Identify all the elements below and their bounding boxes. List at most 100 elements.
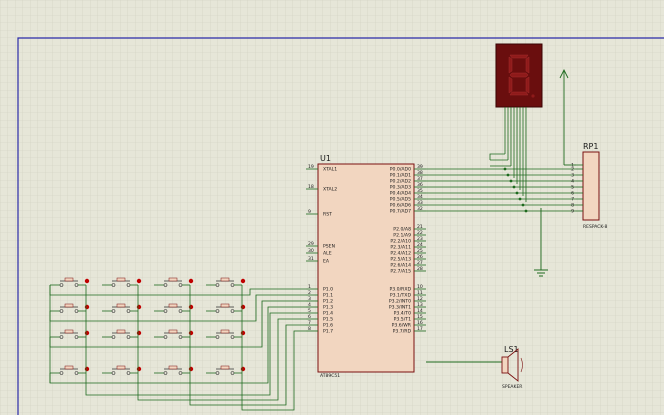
button-state-indicator — [188, 366, 194, 372]
pin-number: 2 — [308, 290, 311, 296]
pin-number: 16 — [417, 320, 423, 326]
pin-label: P1.0 — [323, 287, 333, 293]
button-state-indicator — [84, 330, 90, 336]
pin-number: 18 — [308, 184, 314, 190]
ls1-ref: LS1 — [504, 345, 519, 354]
pin-label: P1.6 — [323, 323, 333, 329]
pin-number: 6 — [308, 314, 311, 320]
pin-number: 6 — [571, 191, 574, 197]
ls1-part: SPEAKER — [502, 384, 522, 390]
pin-label: P0.2/AD2 — [390, 179, 411, 185]
pin-label: P0.7/AD7 — [390, 209, 411, 215]
pin-label: P0.6/AD6 — [390, 203, 411, 209]
u1-chip[interactable]: U1 AT89C51 19XTAL118XTAL29RST29PSEN30ALE… — [306, 154, 426, 379]
button-state-indicator — [84, 366, 90, 372]
button-state-indicator — [136, 304, 142, 310]
pin-label: P2.6/A14 — [390, 263, 411, 269]
button-state-indicator — [188, 278, 194, 284]
pin-number: 24 — [417, 242, 423, 248]
pin-label: P3.3/INT1 — [389, 305, 411, 311]
pin-label: P0.0/AD0 — [390, 167, 411, 173]
u1-part: AT89C51 — [320, 373, 340, 379]
button-state-indicator — [136, 330, 142, 336]
pin-label: XTAL2 — [323, 187, 337, 193]
button-state-indicator — [240, 366, 246, 372]
pin-number: 1 — [308, 284, 311, 290]
pin-number: 3 — [571, 173, 574, 179]
display-dp — [531, 94, 535, 98]
pin-number: 4 — [571, 179, 574, 185]
pin-label: P0.3/AD3 — [390, 185, 411, 191]
pin-label: EA — [323, 259, 330, 265]
button-state-indicator — [188, 330, 194, 336]
pin-number: 9 — [571, 209, 574, 215]
pin-label: P2.5/A13 — [390, 257, 411, 263]
pin-number: 2 — [571, 167, 574, 173]
pin-label: P0.1/AD1 — [390, 173, 411, 179]
pin-number: 14 — [417, 308, 423, 314]
pin-label: P3.6/WR — [392, 323, 412, 329]
pin-label: P1.2 — [323, 299, 333, 305]
pin-number: 15 — [417, 314, 423, 320]
pin-number: 25 — [417, 248, 423, 254]
pin-number: 36 — [417, 182, 423, 188]
pin-number: 4 — [308, 302, 311, 308]
pin-number: 37 — [417, 176, 423, 182]
u1-right-pins: 39 P0.0/AD0 38 P0.1/AD1 37 P0.2/AD2 36 P0.3/AD3… — [389, 164, 426, 335]
pin-label: P3.1/TXD — [390, 293, 412, 299]
pin-label: P1.1 — [323, 293, 333, 299]
pin-number: 29 — [308, 241, 314, 247]
pin-label: P1.5 — [323, 317, 333, 323]
pin-number: 9 — [308, 209, 311, 215]
pin-number: 10 — [417, 284, 423, 290]
rp1-ref: RP1 — [583, 142, 598, 151]
pin-number: 28 — [417, 266, 423, 272]
button-state-indicator — [136, 278, 142, 284]
pin-number: 27 — [417, 260, 423, 266]
pin-label: P3.4/T0 — [394, 311, 411, 317]
pin-number: 13 — [417, 302, 423, 308]
pin-number: 39 — [417, 164, 423, 170]
pin-number: 8 — [571, 203, 574, 209]
button-state-indicator — [240, 304, 246, 310]
pin-number: 19 — [308, 164, 314, 170]
pin-number: 33 — [417, 200, 423, 206]
pin-label: P2.7/A15 — [390, 269, 411, 275]
pin-label: P2.3/A11 — [390, 245, 411, 251]
pin-number: 12 — [417, 296, 423, 302]
button-state-indicator — [136, 366, 142, 372]
pin-number: 8 — [308, 326, 311, 332]
pin-number: 5 — [308, 308, 311, 314]
pin-number: 32 — [417, 206, 423, 212]
pin-label: P3.5/T1 — [394, 317, 411, 323]
pin-number: 5 — [571, 185, 574, 191]
pin-label: RST — [323, 212, 332, 218]
pin-number: 35 — [417, 188, 423, 194]
pin-number: 7 — [308, 320, 311, 326]
pin-label: P3.0/RXD — [390, 287, 412, 293]
pin-number: 21 — [417, 224, 423, 230]
pin-number: 3 — [308, 296, 311, 302]
pin-label: P3.7/RD — [393, 329, 412, 335]
pin-label: P2.2/A10 — [390, 239, 411, 245]
pin-number: 26 — [417, 254, 423, 260]
pin-label: P3.2/INT0 — [389, 299, 411, 305]
pin-label: P1.3 — [323, 305, 333, 311]
pin-number: 7 — [571, 197, 574, 203]
pin-number: 30 — [308, 248, 314, 254]
schematic-canvas[interactable]: U1 AT89C51 19XTAL118XTAL29RST29PSEN30ALE… — [0, 0, 664, 415]
pin-number: 23 — [417, 236, 423, 242]
pin-number: 34 — [417, 194, 423, 200]
pin-label: P2.0/A8 — [393, 227, 411, 233]
pin-label: P1.4 — [323, 311, 333, 317]
rp1-body — [582, 151, 600, 221]
pin-label: XTAL1 — [323, 167, 337, 173]
pin-label: P2.4/A12 — [390, 251, 411, 257]
button-state-indicator — [84, 304, 90, 310]
pin-label: P1.7 — [323, 329, 333, 335]
button-state-indicator — [240, 330, 246, 336]
pin-label: P0.4/AD4 — [390, 191, 411, 197]
pin-label: P0.5/AD5 — [390, 197, 411, 203]
pin-number: 31 — [308, 256, 314, 262]
pin-number: 11 — [417, 290, 423, 296]
